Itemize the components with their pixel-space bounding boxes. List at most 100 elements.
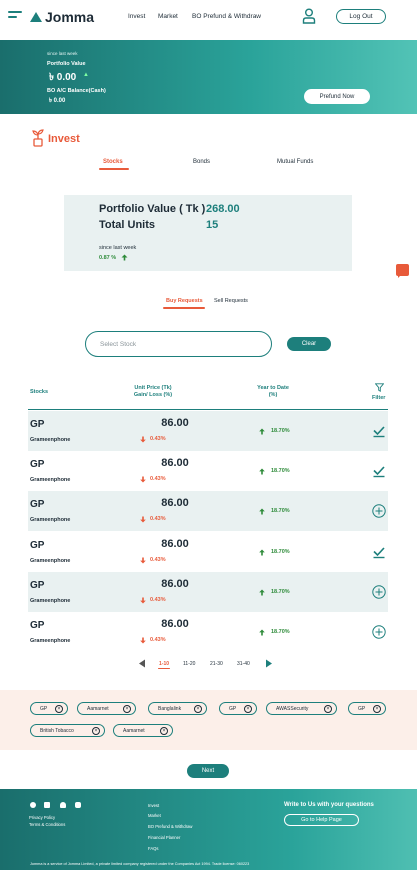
page-21-30[interactable]: 21-30 <box>210 661 223 667</box>
page-11-20[interactable]: 11-20 <box>183 661 195 667</box>
summary-portfolio-value: 268.00 <box>206 203 240 215</box>
th-ytd: Year to Date (%) <box>238 385 308 399</box>
tab-sell-requests[interactable]: Sell Requests <box>214 298 248 304</box>
table-row[interactable]: GP Grameenphone 86.00 0.43% 18.70% <box>28 411 388 451</box>
menu-icon[interactable] <box>8 11 22 21</box>
next-page-icon[interactable] <box>265 659 273 668</box>
row-symbol: GP <box>30 419 45 430</box>
add-circle-icon[interactable] <box>372 504 386 518</box>
close-icon[interactable]: × <box>160 727 168 735</box>
footer-bo-prefund[interactable]: BO Prefund & Withdraw <box>148 824 192 829</box>
row-company-name: Grameenphone <box>30 638 71 644</box>
chat-icon[interactable] <box>396 264 409 278</box>
prev-page-icon[interactable] <box>138 659 146 668</box>
arrow-up-icon <box>259 468 265 475</box>
arrow-up-icon <box>259 428 265 435</box>
add-circle-icon[interactable] <box>372 585 386 599</box>
check-icon[interactable] <box>372 424 386 438</box>
row-ytd: 18.70% <box>271 468 290 474</box>
row-gain-loss: 0.43% <box>150 557 166 563</box>
chip-label: GP <box>358 705 366 712</box>
arrow-up-icon <box>259 589 265 596</box>
logo[interactable]: Jomma <box>30 9 94 25</box>
arrow-down-icon <box>140 436 146 443</box>
nav-market[interactable]: Market <box>158 13 178 20</box>
banner-since: since last week <box>47 51 78 56</box>
tab-mutual-funds[interactable]: Mutual Funds <box>277 159 313 165</box>
close-icon[interactable]: × <box>373 705 381 713</box>
row-unit-price: 86.00 <box>161 578 189 590</box>
banner-bo-label: BO A/C Balance(Cash) <box>47 88 106 94</box>
table-row[interactable]: GP Grameenphone 86.00 0.43% 18.70% <box>28 491 388 531</box>
filter-icon[interactable] <box>375 383 384 392</box>
check-icon[interactable] <box>372 545 386 559</box>
page-31-40[interactable]: 31-40 <box>237 661 250 667</box>
linkedin-icon[interactable] <box>44 802 50 808</box>
footer-privacy[interactable]: Privacy Policy <box>29 815 55 820</box>
th-price-label: Unit Price (Tk) <box>134 385 172 391</box>
row-company-name: Grameenphone <box>30 558 71 564</box>
facebook-icon[interactable] <box>30 802 36 808</box>
page-1-10[interactable]: 1-10 <box>159 661 169 667</box>
th-ytd-label: Year to Date <box>257 385 289 391</box>
plant-icon <box>32 129 44 147</box>
stock-search-input[interactable]: Select Stock <box>85 331 272 357</box>
close-icon[interactable]: × <box>92 727 100 735</box>
footer-faqs[interactable]: FAQs <box>148 846 158 851</box>
filter-label[interactable]: Filter <box>372 395 385 402</box>
portfolio-banner: since last week Portfolio Value ৳ 0.00 ▲… <box>0 40 417 114</box>
add-circle-icon[interactable] <box>372 625 386 639</box>
chip-label: GP <box>229 705 237 712</box>
prefund-now-button[interactable]: Prefund Now <box>304 89 370 104</box>
footer-write-us: Write to Us with your questions <box>284 802 374 808</box>
footer-financial-planner[interactable]: Financial Planner <box>148 835 180 840</box>
chip-label: Aamarnet <box>123 727 145 734</box>
tab-buy-requests[interactable]: Buy Requests <box>166 298 203 304</box>
stock-chip: Aamarnet × <box>77 702 136 715</box>
footer-market[interactable]: Market <box>148 813 161 818</box>
logout-button[interactable]: Log Out <box>336 9 386 24</box>
footer-terms[interactable]: Terms & Conditions <box>29 822 65 827</box>
footer-invest[interactable]: Invest <box>148 803 159 808</box>
row-symbol: GP <box>30 499 45 510</box>
row-gain-loss: 0.43% <box>150 516 166 522</box>
nav-invest[interactable]: Invest <box>128 13 145 20</box>
twitter-icon[interactable] <box>60 802 66 808</box>
invest-title: Invest <box>48 133 80 145</box>
row-gain-loss: 0.43% <box>150 597 166 603</box>
summary-units-value: 15 <box>206 219 219 231</box>
portfolio-summary-card: Portfolio Value ( Tk ) 268.00 Total Unit… <box>64 195 352 271</box>
next-button[interactable]: Next <box>187 764 229 778</box>
page-underline <box>158 668 170 669</box>
footer-legal: Jomma is a service of Jomma Limited, a p… <box>30 862 250 866</box>
row-gain-loss: 0.43% <box>150 476 166 482</box>
tab-bonds[interactable]: Bonds <box>193 159 210 165</box>
summary-units-label: Total Units <box>99 219 156 231</box>
top-header: Jomma Invest Market BO Prefund & Withdra… <box>0 0 417 36</box>
close-icon[interactable]: × <box>194 705 202 713</box>
table-row[interactable]: GP Grameenphone 86.00 0.43% 18.70% <box>28 612 388 652</box>
row-unit-price: 86.00 <box>161 457 189 469</box>
user-icon[interactable] <box>302 8 316 24</box>
tab-stocks[interactable]: Stocks <box>103 159 123 165</box>
banner-bo-value: ৳ 0.00 <box>49 98 66 104</box>
help-page-button[interactable]: Go to Help Page <box>284 814 359 826</box>
table-row[interactable]: GP Grameenphone 86.00 0.43% 18.70% <box>28 451 388 491</box>
clear-button[interactable]: Clear <box>287 337 331 351</box>
stock-chip: GP × <box>219 702 257 715</box>
stock-chip: Aamarnet × <box>113 724 173 737</box>
table-row[interactable]: GP Grameenphone 86.00 0.43% 18.70% <box>28 572 388 612</box>
summary-since: since last week <box>99 245 137 251</box>
nav-bo-prefund[interactable]: BO Prefund & Withdraw <box>192 13 261 20</box>
stock-chip: GP × <box>348 702 386 715</box>
close-icon[interactable]: × <box>324 705 332 713</box>
row-unit-price: 86.00 <box>161 417 189 429</box>
arrow-down-icon <box>140 516 146 523</box>
instagram-icon[interactable] <box>75 802 81 808</box>
table-row[interactable]: GP Grameenphone 86.00 0.43% 18.70% <box>28 532 388 572</box>
arrow-up-icon: ▲ <box>83 72 89 78</box>
close-icon[interactable]: × <box>55 705 63 713</box>
check-icon[interactable] <box>372 464 386 478</box>
close-icon[interactable]: × <box>244 705 252 713</box>
close-icon[interactable]: × <box>123 705 131 713</box>
